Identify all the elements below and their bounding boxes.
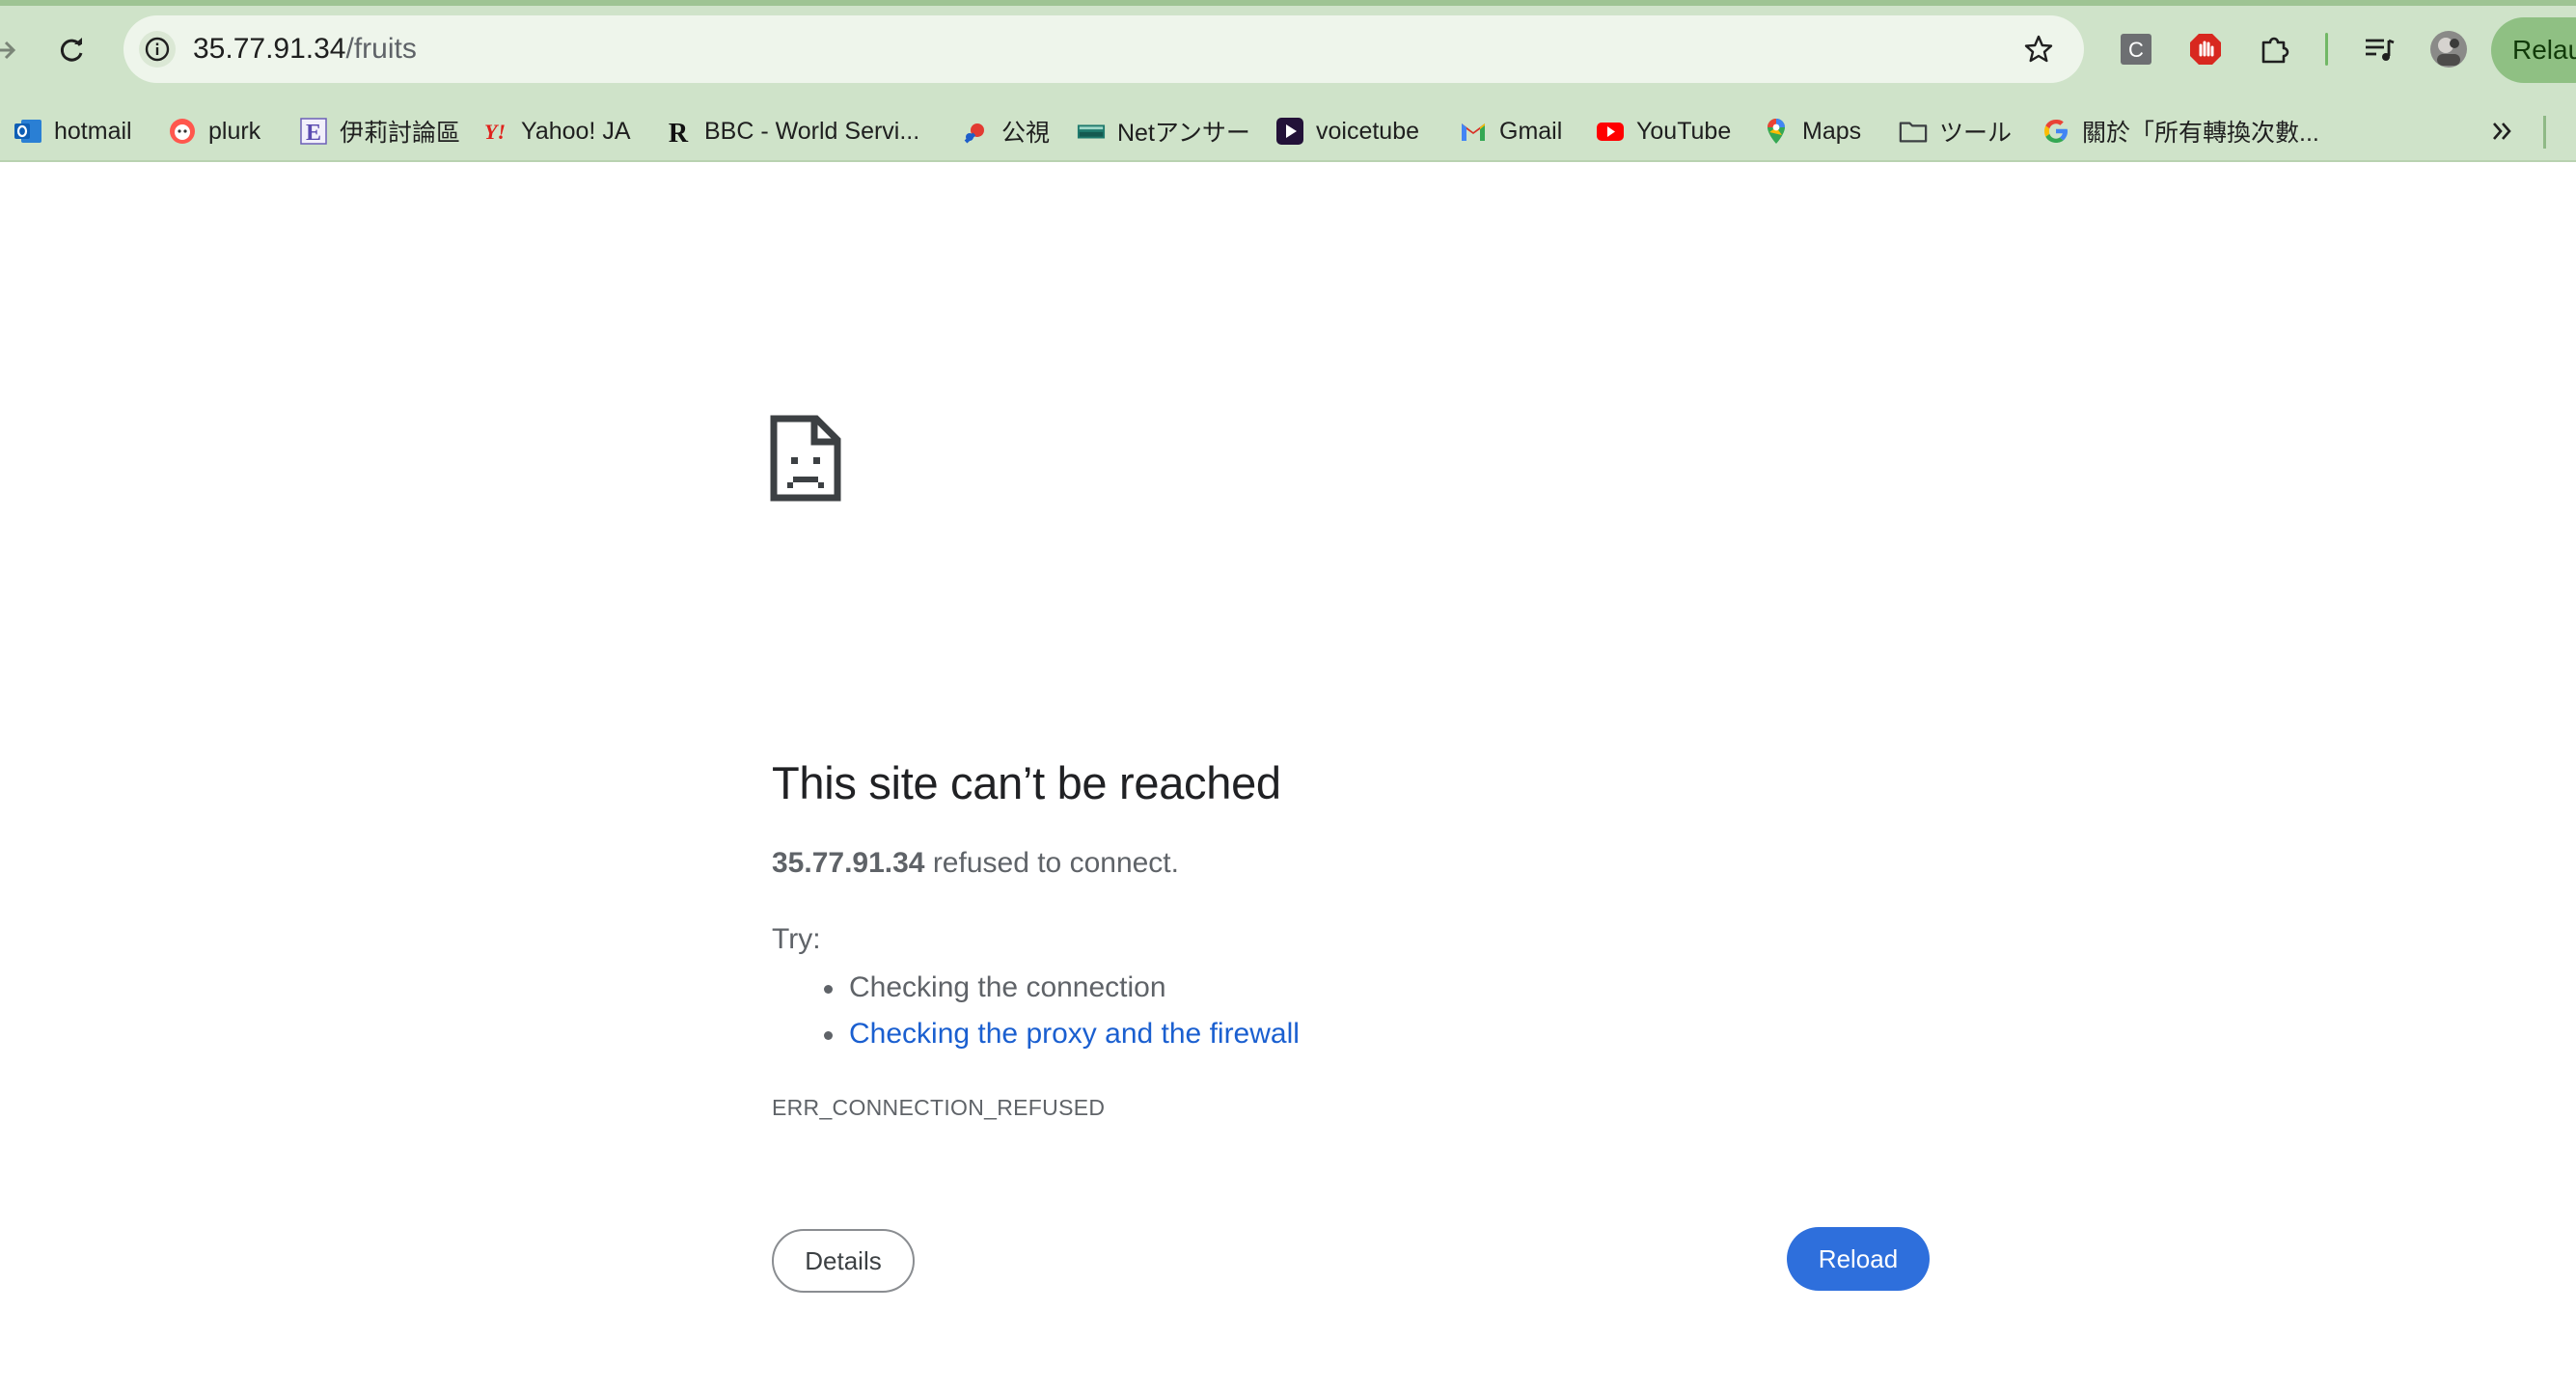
bookmark-yahoo-japan[interactable]: Y! Yahoo! JA (480, 112, 631, 150)
bookmark-label: 伊莉討論區 (340, 120, 461, 147)
extensions-puzzle-icon[interactable] (2254, 28, 2296, 70)
site-info-icon[interactable] (139, 31, 176, 68)
bookmark-label: Yahoo! JA (521, 117, 631, 145)
error-title: This site can’t be reached (772, 757, 1281, 808)
gmail-icon (1459, 117, 1488, 146)
pts-icon (961, 117, 990, 146)
relaunch-button[interactable]: Relau (2491, 17, 2576, 83)
google-icon (2042, 117, 2070, 146)
bookmark-gmail[interactable]: Gmail (1459, 112, 1562, 150)
bookmark-maps[interactable]: Maps (1762, 112, 1861, 150)
eyny-icon: E (299, 117, 328, 146)
bbc-icon: R (664, 117, 693, 146)
error-host: 35.77.91.34 (772, 847, 925, 879)
bookmark-label: Netアンサー (1117, 120, 1250, 147)
profile-avatar-icon[interactable] (2427, 28, 2470, 70)
suggestion-check-proxy-firewall: Checking the proxy and the firewall (772, 1011, 1300, 1057)
bookmark-plurk[interactable]: plurk (168, 112, 260, 150)
sad-page-icon (770, 415, 841, 502)
bookmark-voicetube[interactable]: voicetube (1275, 112, 1419, 150)
bookmark-label: Maps (1802, 117, 1862, 145)
url-host: 35.77.91.34 (193, 33, 346, 65)
bookmark-label: BBC - World Servi... (704, 117, 920, 145)
try-label: Try: (772, 923, 821, 955)
error-message-text: refused to connect. (924, 847, 1179, 879)
svg-text:Y!: Y! (484, 120, 506, 144)
refresh-icon (60, 38, 83, 62)
browser-toolbar: 35.77.91.34/fruits C Relau (0, 0, 2576, 100)
error-page: This site can’t be reached 35.77.91.34 r… (0, 162, 2576, 1393)
address-bar[interactable]: 35.77.91.34/fruits (123, 15, 2084, 83)
bookmark-google-conversions[interactable]: 關於「所有轉換次數... (2042, 112, 2319, 150)
reload-page-button[interactable] (46, 24, 98, 76)
maps-icon (1762, 117, 1791, 146)
toolbar-divider (2325, 33, 2328, 66)
error-message: 35.77.91.34 refused to connect. (772, 843, 1179, 884)
bookmark-youtube[interactable]: YouTube (1596, 112, 1731, 150)
chevron-double-right-icon (2493, 123, 2511, 140)
bookmarks-divider (2543, 116, 2546, 149)
bookmark-star-icon[interactable] (2020, 31, 2057, 68)
folder-icon (1899, 117, 1928, 146)
bookmark-label: Gmail (1499, 117, 1563, 145)
bookmark-label: hotmail (54, 117, 132, 145)
bookmark-eyny[interactable]: E 伊莉討論區 (299, 112, 460, 150)
bookmark-bbc[interactable]: R BBC - World Servi... (664, 112, 919, 150)
proxy-firewall-link[interactable]: Checking the proxy and the firewall (849, 1018, 1300, 1050)
bookmark-folder-tools[interactable]: ツール (1899, 112, 2012, 150)
svg-text:E: E (306, 121, 321, 146)
plurk-icon (168, 117, 197, 146)
bookmark-net-answer[interactable]: Netアンサー (1077, 112, 1250, 150)
media-controls-icon[interactable] (2358, 28, 2400, 70)
youtube-icon (1596, 117, 1625, 146)
extension-c-icon[interactable]: C (2115, 28, 2157, 70)
bookmark-label: YouTube (1636, 117, 1732, 145)
bookmark-pts[interactable]: 公視 (961, 112, 1050, 150)
details-button[interactable]: Details (772, 1229, 915, 1293)
bookmark-hotmail[interactable]: hotmail (14, 112, 132, 150)
bookmark-label: voicetube (1316, 117, 1420, 145)
suggestion-check-connection: Checking the connection (772, 965, 1300, 1011)
error-code: ERR_CONNECTION_REFUSED (772, 1095, 1106, 1120)
voicetube-icon (1275, 117, 1304, 146)
svg-text:R: R (669, 119, 689, 146)
bookmark-label: 公視 (1001, 120, 1051, 147)
bookmark-label: ツール (1939, 120, 2013, 147)
suggestions-list: Checking the connection Checking the pro… (772, 965, 1300, 1057)
bookmarks-bar: hotmail plurk E 伊莉討論區 Y! Yahoo! JA R BBC… (0, 100, 2576, 162)
saison-icon (1077, 117, 1106, 146)
bookmark-label: 關於「所有轉換次數... (2082, 120, 2319, 147)
ad-blocker-icon[interactable] (2184, 28, 2227, 70)
tab-strip-edge (0, 0, 2576, 6)
outlook-icon (14, 117, 42, 146)
forward-button[interactable] (0, 24, 31, 76)
yahoo-icon: Y! (480, 117, 509, 146)
svg-text:C: C (2128, 38, 2144, 62)
reload-button[interactable]: Reload (1787, 1227, 1930, 1291)
url-text[interactable]: 35.77.91.34/fruits (193, 32, 417, 67)
url-path: /fruits (345, 33, 417, 65)
forward-arrow-icon (0, 41, 16, 60)
bookmark-label: plurk (208, 117, 261, 145)
bookmarks-overflow-button[interactable] (2483, 112, 2522, 150)
suggestion-text: Checking the connection (849, 971, 1166, 1003)
